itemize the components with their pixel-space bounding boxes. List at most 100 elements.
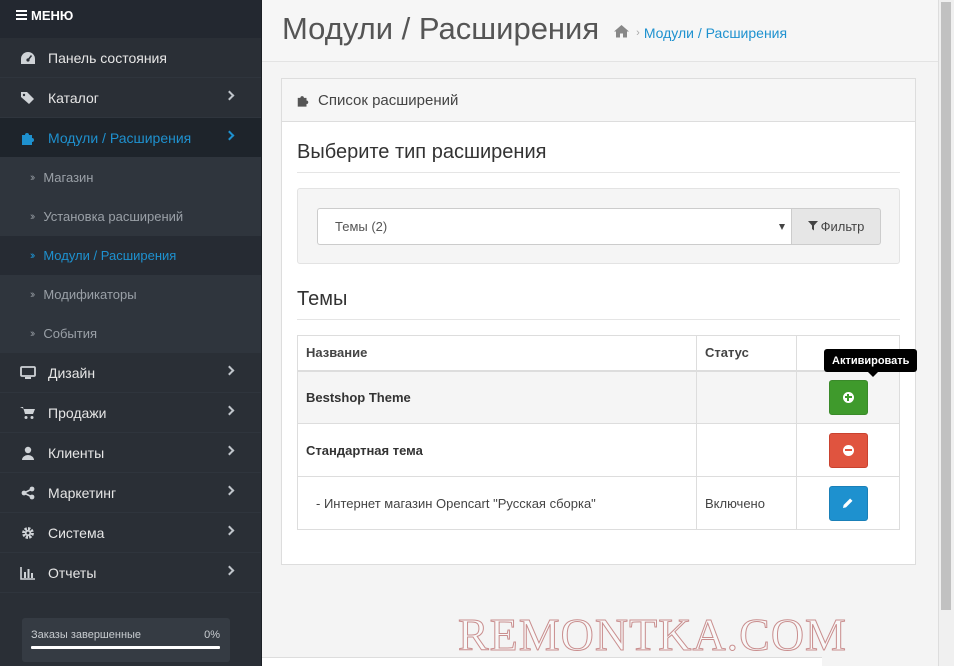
- sidebar-item-system[interactable]: Система: [0, 513, 261, 553]
- home-icon[interactable]: [613, 24, 630, 41]
- chevron-right-icon: [224, 445, 235, 456]
- panel-heading: Список расширений: [282, 79, 915, 122]
- submenu-label: Модули / Расширения: [43, 248, 177, 263]
- sidebar-item-label: Каталог: [48, 89, 99, 106]
- caret-down-icon: [779, 224, 785, 230]
- user-icon: [20, 445, 36, 461]
- sidebar-item-catalog[interactable]: Каталог: [0, 78, 261, 118]
- sidebar-item-customers[interactable]: Клиенты: [0, 433, 261, 473]
- sidebar-item-marketing[interactable]: Маркетинг: [0, 473, 261, 513]
- table-row: Стандартная тема: [297, 423, 900, 477]
- page-header: Модули / Расширения › Модули / Расширени…: [262, 0, 938, 62]
- table-row: Bestshop Theme: [297, 370, 900, 424]
- sidebar-item-label: Клиенты: [48, 444, 105, 461]
- sidebar-item-label: Продажи: [48, 404, 107, 421]
- sidebar-item-design[interactable]: Дизайн: [0, 353, 261, 393]
- submenu-item-modifications[interactable]: ›› Модификаторы: [0, 275, 261, 314]
- choose-type-title: Выберите тип расширения: [297, 141, 900, 173]
- vertical-scrollbar[interactable]: [938, 0, 954, 666]
- progress-bar: [31, 646, 220, 649]
- monitor-icon: [20, 365, 36, 381]
- scrollbar-thumb[interactable]: [941, 2, 951, 610]
- dashboard-icon: [20, 50, 36, 66]
- filter-button[interactable]: Фильтр: [791, 208, 881, 245]
- breadcrumb-link[interactable]: Модули / Расширения: [644, 25, 787, 41]
- edit-button[interactable]: [828, 485, 868, 521]
- submenu-item-store[interactable]: ›› Магазин: [0, 158, 261, 197]
- chevron-right-icon: [224, 565, 235, 576]
- select-value: Темы (2): [335, 219, 388, 234]
- orders-progress: Заказы завершенные 0%: [22, 618, 230, 662]
- puzzle-icon: [20, 130, 36, 146]
- panel-heading-text: Список расширений: [318, 91, 459, 109]
- double-chevron-icon: ››: [30, 171, 36, 184]
- sidebar-item-label: Маркетинг: [48, 484, 117, 501]
- page-title: Модули / Расширения: [282, 11, 600, 46]
- double-chevron-icon: ››: [30, 249, 36, 262]
- row-name: Стандартная тема: [297, 423, 697, 477]
- sidebar-item-sales[interactable]: Продажи: [0, 393, 261, 433]
- sidebar-item-label: Отчеты: [48, 564, 97, 581]
- progress-label: Заказы завершенные: [31, 629, 142, 641]
- extensions-panel: Список расширений Выберите тип расширени…: [281, 78, 916, 565]
- extensions-submenu: ›› Магазин ›› Установка расширений ›› Мо…: [0, 158, 261, 353]
- row-action: [796, 370, 900, 424]
- submenu-item-installer[interactable]: ›› Установка расширений: [0, 197, 261, 236]
- double-chevron-icon: ››: [30, 210, 36, 223]
- row-action: [796, 476, 900, 530]
- sidebar-item-label: Дизайн: [48, 364, 96, 381]
- plus-circle-icon: [842, 391, 854, 403]
- double-chevron-icon: ››: [30, 288, 36, 301]
- sidebar-item-extensions[interactable]: Модули / Расширения: [0, 118, 261, 158]
- extension-type-select[interactable]: Темы (2): [317, 208, 791, 245]
- sidebar: МЕНЮ Панель состояния Каталог Модули / Р…: [0, 0, 262, 666]
- menu-icon: [16, 10, 27, 20]
- row-status: [696, 370, 797, 424]
- table-header-row: Название Статус: [297, 335, 900, 372]
- menu-header[interactable]: МЕНЮ: [0, 0, 261, 38]
- cart-icon: [20, 405, 36, 421]
- minus-circle-icon: [842, 444, 854, 456]
- column-header-name: Название: [297, 335, 697, 372]
- bar-chart-icon: [20, 565, 36, 581]
- chevron-right-icon: [224, 130, 235, 141]
- submenu-item-extensions[interactable]: ›› Модули / Расширения: [0, 236, 261, 275]
- menu-label: МЕНЮ: [31, 8, 74, 23]
- main-content: Модули / Расширения › Модули / Расширени…: [262, 0, 938, 666]
- double-chevron-icon: ››: [30, 327, 36, 340]
- sidebar-item-dashboard[interactable]: Панель состояния: [0, 38, 261, 78]
- row-status: Включено: [696, 476, 797, 530]
- breadcrumb-separator-icon: ›: [636, 26, 640, 39]
- progress-value: 0%: [204, 629, 220, 641]
- themes-table: Название Статус Bestshop Theme Стандартн…: [297, 335, 900, 530]
- chevron-right-icon: [224, 525, 235, 536]
- chevron-right-icon: [224, 485, 235, 496]
- filter-icon: [807, 219, 818, 234]
- column-header-status: Статус: [696, 335, 797, 372]
- install-button[interactable]: [828, 379, 868, 415]
- sidebar-item-label: Модули / Расширения: [48, 129, 192, 146]
- chevron-right-icon: [224, 90, 235, 101]
- pencil-icon: [843, 498, 853, 508]
- uninstall-button[interactable]: [828, 432, 868, 468]
- row-action: [796, 423, 900, 477]
- puzzle-icon: [296, 94, 310, 107]
- sidebar-item-label: Система: [48, 524, 105, 541]
- sidebar-item-label: Панель состояния: [48, 49, 167, 66]
- submenu-label: Установка расширений: [43, 209, 184, 224]
- table-row: - Интернет магазин Opencart "Русская сбо…: [297, 476, 900, 530]
- sidebar-item-reports[interactable]: Отчеты: [0, 553, 261, 593]
- submenu-label: События: [43, 326, 97, 341]
- chevron-right-icon: [224, 405, 235, 416]
- activate-tooltip: Активировать: [824, 349, 918, 377]
- share-icon: [20, 485, 36, 501]
- filter-well: Темы (2) Фильтр: [297, 188, 900, 264]
- row-name: - Интернет магазин Opencart "Русская сбо…: [297, 476, 697, 530]
- row-name: Bestshop Theme: [297, 370, 697, 424]
- row-status: [696, 423, 797, 477]
- gear-icon: [20, 525, 36, 541]
- footer-strip: [262, 657, 822, 666]
- themes-title: Темы: [297, 288, 900, 320]
- submenu-item-events[interactable]: ›› События: [0, 314, 261, 353]
- breadcrumb: › Модули / Расширения: [613, 24, 787, 41]
